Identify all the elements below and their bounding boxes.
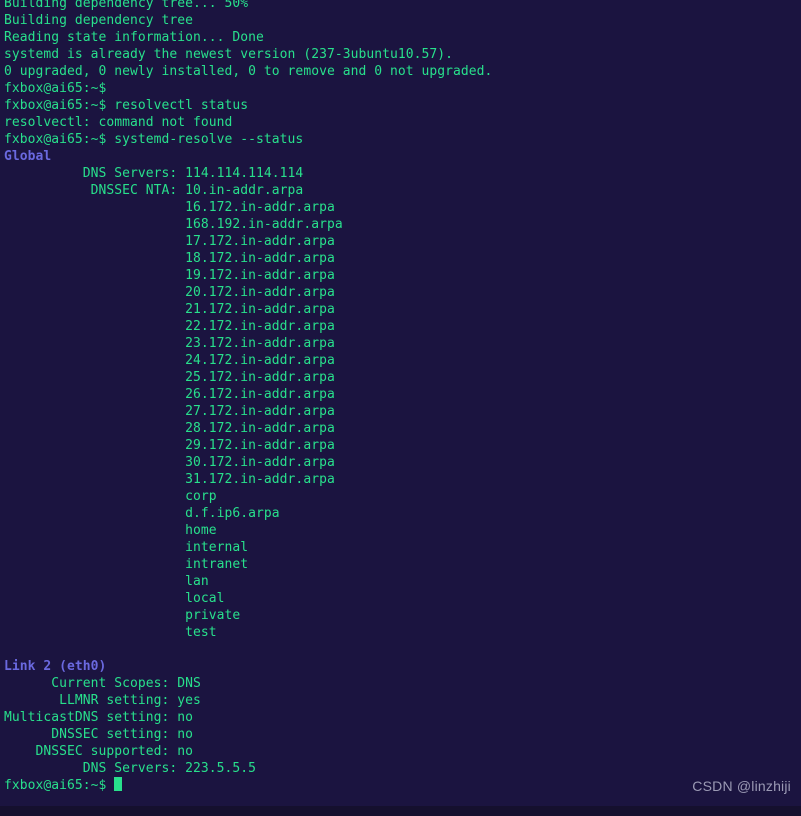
terminal-line: private <box>4 608 241 623</box>
terminal-line: fxbox@ai65:~$ <box>4 81 115 96</box>
terminal-line: DNS Servers: 114.114.114.114 <box>4 166 304 181</box>
terminal-section-header: Global <box>4 149 52 164</box>
terminal-line: 17.172.in-addr.arpa <box>4 234 335 249</box>
terminal-line: test <box>4 625 217 640</box>
csdn-watermark: CSDN @linzhiji <box>692 778 791 794</box>
terminal-line: local <box>4 591 225 606</box>
terminal-line: DNSSEC supported: no <box>4 744 194 759</box>
terminal-window[interactable]: Building dependency tree... 50% Building … <box>0 0 801 806</box>
terminal-line: home <box>4 523 217 538</box>
terminal-line: lan <box>4 574 209 589</box>
terminal-line: 25.172.in-addr.arpa <box>4 370 335 385</box>
terminal-line: corp <box>4 489 217 504</box>
terminal-line: LLMNR setting: yes <box>4 693 201 708</box>
terminal-line: 23.172.in-addr.arpa <box>4 336 335 351</box>
terminal-line: resolvectl: command not found <box>4 115 233 130</box>
terminal-line: 168.192.in-addr.arpa <box>4 217 343 232</box>
terminal-line: 16.172.in-addr.arpa <box>4 200 335 215</box>
terminal-line: DNSSEC setting: no <box>4 727 194 742</box>
terminal-line: 20.172.in-addr.arpa <box>4 285 335 300</box>
terminal-line: 27.172.in-addr.arpa <box>4 404 335 419</box>
terminal-line: Building dependency tree <box>4 13 194 28</box>
page-bottom-strip <box>0 806 801 816</box>
terminal-line: fxbox@ai65:~$ resolvectl status <box>4 98 249 113</box>
terminal-line: 19.172.in-addr.arpa <box>4 268 335 283</box>
terminal-line: Building dependency tree... 50% <box>4 0 249 11</box>
terminal-line: 24.172.in-addr.arpa <box>4 353 335 368</box>
terminal-line: systemd is already the newest version (2… <box>4 47 453 62</box>
terminal-line: MulticastDNS setting: no <box>4 710 194 725</box>
terminal-line: 21.172.in-addr.arpa <box>4 302 335 317</box>
terminal-prompt-line[interactable]: fxbox@ai65:~$ <box>4 777 492 794</box>
terminal-line: 22.172.in-addr.arpa <box>4 319 335 334</box>
terminal-line: 31.172.in-addr.arpa <box>4 472 335 487</box>
terminal-line: 28.172.in-addr.arpa <box>4 421 335 436</box>
terminal-line: 18.172.in-addr.arpa <box>4 251 335 266</box>
terminal-line: d.f.ip6.arpa <box>4 506 280 521</box>
text-cursor <box>114 777 123 791</box>
terminal-section-header: Link 2 (eth0) <box>4 659 107 674</box>
terminal-output[interactable]: Building dependency tree... 50% Building … <box>4 0 492 794</box>
terminal-line: 26.172.in-addr.arpa <box>4 387 335 402</box>
terminal-line: 29.172.in-addr.arpa <box>4 438 335 453</box>
terminal-line: 0 upgraded, 0 newly installed, 0 to remo… <box>4 64 493 79</box>
terminal-line: Reading state information... Done <box>4 30 264 45</box>
shell-prompt: fxbox@ai65:~$ <box>4 778 115 793</box>
terminal-line: internal <box>4 540 249 555</box>
terminal-line: fxbox@ai65:~$ systemd-resolve --status <box>4 132 304 147</box>
terminal-line: Current Scopes: DNS <box>4 676 201 691</box>
terminal-line: DNSSEC NTA: 10.in-addr.arpa <box>4 183 304 198</box>
terminal-line: DNS Servers: 223.5.5.5 <box>4 761 257 776</box>
terminal-line: 30.172.in-addr.arpa <box>4 455 335 470</box>
terminal-line: intranet <box>4 557 249 572</box>
